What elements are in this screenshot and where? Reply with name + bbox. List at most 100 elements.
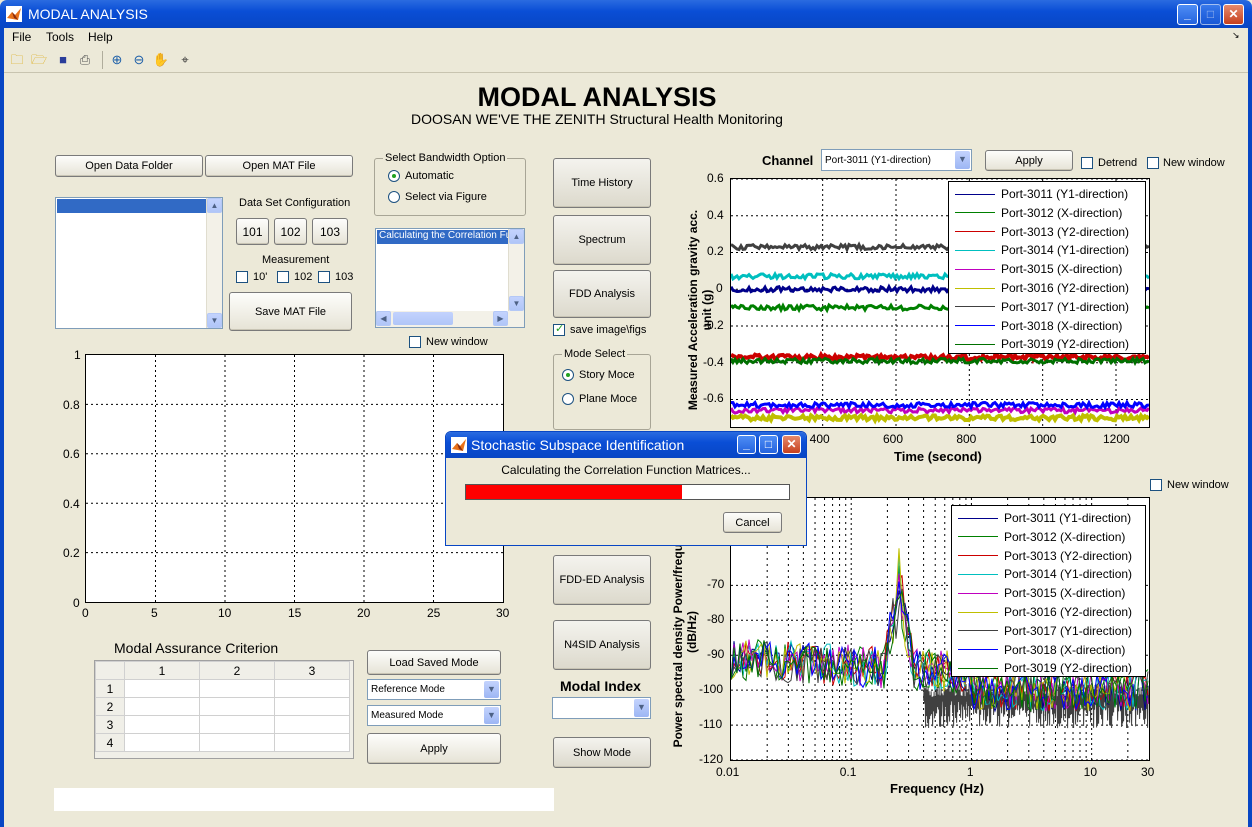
chevron-down-icon[interactable]: ▼ bbox=[484, 681, 499, 698]
plane-mode-radio[interactable] bbox=[562, 393, 574, 405]
chevron-down-icon[interactable]: ▼ bbox=[634, 699, 649, 717]
spectrum-button[interactable]: Spectrum bbox=[553, 215, 651, 265]
close-button[interactable]: ✕ bbox=[1223, 4, 1244, 25]
status-scroll-down-button[interactable]: ▼ bbox=[509, 296, 524, 311]
apply-mode-button[interactable]: Apply bbox=[367, 733, 501, 764]
dialog-close-button[interactable]: ✕ bbox=[782, 435, 801, 454]
new-folder-icon[interactable]: 🗀 bbox=[8, 51, 26, 69]
reference-mode-value: Reference Mode bbox=[371, 684, 445, 695]
mode-ytick: 0.6 bbox=[63, 447, 80, 461]
apply-channel-button[interactable]: Apply bbox=[985, 150, 1073, 171]
mode-select-group: Mode Select bbox=[553, 348, 651, 430]
select-via-figure-label: Select via Figure bbox=[405, 191, 487, 203]
mode-shape-axes[interactable] bbox=[85, 354, 504, 603]
save-mat-file-button[interactable]: Save MAT File bbox=[229, 292, 352, 331]
reference-mode-select[interactable]: Reference Mode ▼ bbox=[367, 679, 501, 700]
window-frame-right bbox=[1248, 28, 1252, 827]
measurement-103-checkbox[interactable] bbox=[318, 271, 330, 283]
print-icon[interactable]: ⎙ bbox=[76, 51, 94, 69]
mac-cell[interactable] bbox=[124, 697, 200, 716]
data-file-listbox[interactable]: ▲ ▼ bbox=[55, 197, 223, 329]
dialog-maximize-button[interactable]: □ bbox=[759, 435, 778, 454]
legend-line bbox=[955, 231, 995, 233]
status-scroll-up-button[interactable]: ▲ bbox=[509, 229, 524, 244]
minimize-button[interactable]: _ bbox=[1177, 4, 1198, 25]
mac-cell[interactable] bbox=[199, 715, 275, 734]
progress-bar bbox=[465, 484, 790, 500]
mac-cell[interactable] bbox=[274, 715, 350, 734]
dataset-102-button[interactable]: 102 bbox=[274, 218, 307, 245]
show-mode-button[interactable]: Show Mode bbox=[553, 737, 651, 768]
menu-tools[interactable]: Tools bbox=[46, 30, 74, 44]
mac-cell[interactable] bbox=[124, 733, 200, 752]
menu-file[interactable]: File bbox=[12, 30, 31, 44]
status-scroll-left-button[interactable]: ◀ bbox=[376, 311, 391, 326]
th-xtick: 600 bbox=[883, 432, 904, 446]
open-mat-file-button[interactable]: Open MAT File bbox=[205, 155, 353, 177]
time-history-button[interactable]: Time History bbox=[553, 158, 651, 208]
mac-cell[interactable] bbox=[274, 697, 350, 716]
measured-mode-select[interactable]: Measured Mode ▼ bbox=[367, 705, 501, 726]
legend-line bbox=[955, 287, 995, 289]
fdd-ed-analysis-button[interactable]: FDD-ED Analysis bbox=[553, 555, 651, 605]
listbox-scrollbar[interactable]: ▲ ▼ bbox=[206, 198, 222, 328]
mac-cell[interactable] bbox=[124, 679, 200, 698]
dock-arrow-icon[interactable]: ↘ bbox=[1232, 30, 1240, 41]
scroll-down-button[interactable]: ▼ bbox=[207, 313, 222, 328]
window-titlebar[interactable]: MODAL ANALYSIS _ □ ✕ bbox=[0, 0, 1252, 28]
story-mode-radio[interactable] bbox=[562, 369, 574, 381]
mac-cell[interactable] bbox=[199, 733, 275, 752]
channel-select[interactable]: Port-3011 (Y1-direction) ▼ bbox=[821, 149, 972, 171]
menu-help[interactable]: Help bbox=[88, 30, 113, 44]
dialog-titlebar[interactable]: Stochastic Subspace Identification _ □ ✕ bbox=[446, 432, 806, 458]
dialog-title: Stochastic Subspace Identification bbox=[471, 437, 685, 453]
detrend-checkbox[interactable] bbox=[1081, 157, 1093, 169]
status-listbox[interactable]: Calculating the Correlation Function ▲ ▼… bbox=[375, 228, 525, 328]
zoom-in-icon[interactable]: ⊕ bbox=[108, 51, 126, 69]
zoom-out-icon[interactable]: ⊖ bbox=[130, 51, 148, 69]
new-window-checkbox-2[interactable] bbox=[1147, 157, 1159, 169]
mac-cell[interactable] bbox=[124, 715, 200, 734]
load-saved-mode-button[interactable]: Load Saved Mode bbox=[367, 650, 501, 675]
measurement-101-checkbox[interactable] bbox=[236, 271, 248, 283]
modal-index-select[interactable]: ▼ bbox=[552, 697, 651, 719]
select-via-figure-radio[interactable] bbox=[388, 191, 400, 203]
status-scroll-thumb[interactable] bbox=[393, 312, 453, 325]
time-legend-entry: Port-3018 (X-direction) bbox=[949, 317, 1122, 335]
pan-hand-icon[interactable]: ✋ bbox=[152, 51, 170, 69]
selected-list-item[interactable] bbox=[57, 199, 207, 213]
mac-cell[interactable] bbox=[199, 697, 275, 716]
status-list-item[interactable]: Calculating the Correlation Function bbox=[377, 230, 508, 244]
new-window-checkbox-3[interactable] bbox=[1150, 479, 1162, 491]
data-cursor-icon[interactable]: ⌖ bbox=[176, 51, 194, 69]
status-hscrollbar[interactable]: ◀ ▶ bbox=[376, 311, 524, 327]
new-window-checkbox-1[interactable] bbox=[409, 336, 421, 348]
maximize-button[interactable]: □ bbox=[1200, 4, 1221, 25]
spectrum-legend-entry: Port-3015 (X-direction) bbox=[952, 584, 1125, 602]
dialog-minimize-button[interactable]: _ bbox=[737, 435, 756, 454]
matlab-logo-icon bbox=[6, 6, 22, 22]
chevron-down-icon[interactable]: ▼ bbox=[955, 151, 970, 169]
automatic-radio[interactable] bbox=[388, 170, 400, 182]
status-scroll-right-button[interactable]: ▶ bbox=[493, 311, 508, 326]
open-folder-icon[interactable]: 🗁 bbox=[30, 51, 48, 69]
n4sid-analysis-button[interactable]: N4SID Analysis bbox=[553, 620, 651, 670]
open-data-folder-button[interactable]: Open Data Folder bbox=[55, 155, 203, 177]
save-icon[interactable]: ■ bbox=[54, 51, 72, 69]
toolbar-separator bbox=[102, 51, 103, 69]
mac-table[interactable]: 1 2 3 1 2 3 4 bbox=[95, 661, 350, 752]
dataset-101-button[interactable]: 101 bbox=[236, 218, 269, 245]
save-image-checkbox[interactable] bbox=[553, 322, 565, 336]
mac-cell[interactable] bbox=[274, 679, 350, 698]
measurement-102-checkbox[interactable] bbox=[277, 271, 289, 283]
mac-cell[interactable] bbox=[274, 733, 350, 752]
mac-cell[interactable] bbox=[199, 679, 275, 698]
sp-ytick: -120 bbox=[699, 752, 724, 766]
status-vscrollbar[interactable]: ▲ ▼ bbox=[508, 229, 524, 311]
fdd-analysis-button[interactable]: FDD Analysis bbox=[553, 270, 651, 318]
dataset-103-button[interactable]: 103 bbox=[312, 218, 348, 245]
status-text-field[interactable] bbox=[54, 788, 554, 811]
dialog-cancel-button[interactable]: Cancel bbox=[723, 512, 782, 533]
scroll-up-button[interactable]: ▲ bbox=[207, 198, 222, 213]
chevron-down-icon[interactable]: ▼ bbox=[484, 707, 499, 724]
